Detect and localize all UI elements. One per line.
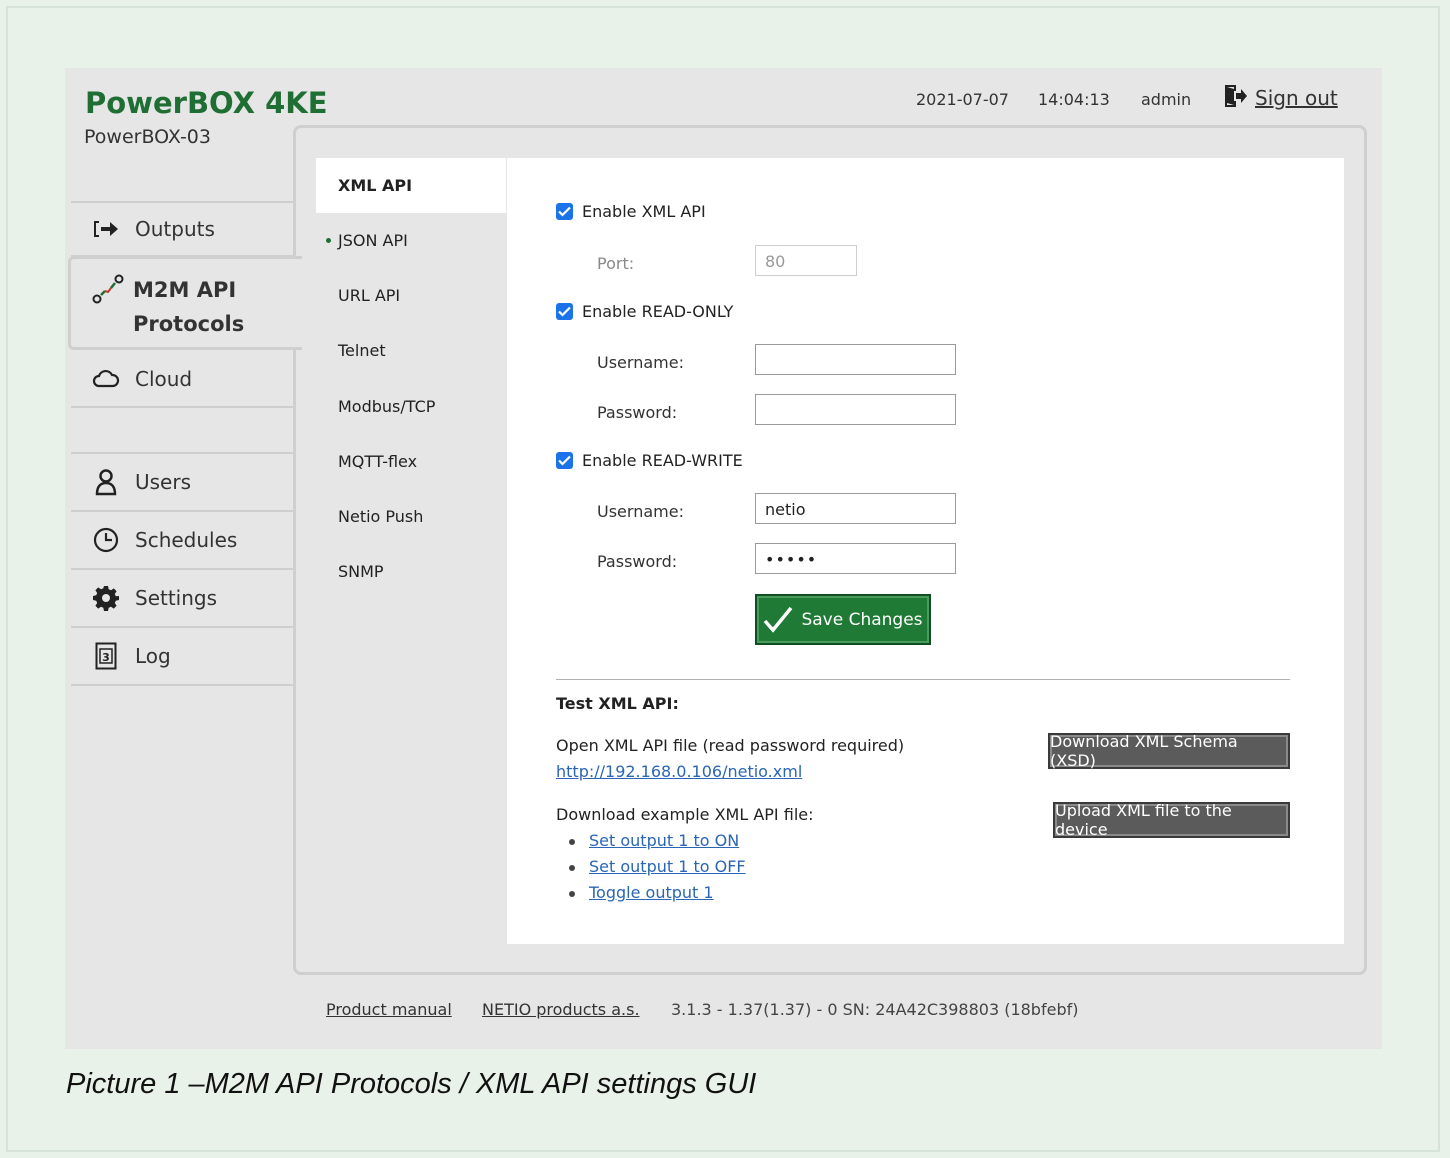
active-dot-icon [326, 238, 331, 243]
checkmark-icon [763, 606, 793, 634]
sidebar-item-schedules[interactable]: Schedules [71, 512, 295, 570]
main-panel: XML API JSON API URL API Telnet Modbus/T… [293, 125, 1367, 975]
xml-api-content: Enable XML API Port: 80 Enable READ-ONLY… [507, 158, 1344, 944]
open-xml-text: Open XML API file (read password require… [556, 736, 905, 755]
sidebar-spacer [71, 408, 295, 454]
ro-username-input[interactable] [755, 344, 956, 375]
bullet-icon [569, 891, 575, 897]
product-manual-link[interactable]: Product manual [326, 1000, 452, 1019]
rw-username-input[interactable]: netio [755, 493, 956, 524]
signout-icon [1223, 84, 1247, 108]
checkmark-icon [556, 303, 573, 320]
port-input: 80 [755, 245, 857, 276]
sidebar-item-log[interactable]: 3 Log [71, 628, 295, 686]
enable-read-write-checkbox[interactable]: Enable READ-WRITE [556, 451, 743, 470]
clock-icon [91, 526, 121, 554]
sidebar-item-label: Users [135, 470, 192, 494]
company-link[interactable]: NETIO products a.s. [482, 1000, 640, 1019]
output-arrow-icon [91, 215, 121, 243]
sidebar-item-label: Schedules [135, 528, 238, 552]
upload-xml-button[interactable]: Upload XML file to the device [1053, 801, 1290, 839]
save-changes-button[interactable]: Save Changes [755, 594, 931, 645]
signout-link[interactable]: Sign out [1223, 84, 1338, 110]
bullet-icon [569, 865, 575, 871]
example-link-on[interactable]: Set output 1 to ON [589, 831, 739, 850]
sidebar-item-users[interactable]: Users [71, 454, 295, 512]
download-example-text: Download example XML API file: [556, 805, 814, 824]
test-xml-title: Test XML API: [556, 694, 679, 713]
checkbox-label: Enable READ-ONLY [582, 302, 734, 321]
checkbox-label: Enable XML API [582, 202, 706, 221]
sidebar-item-label: Cloud [135, 367, 193, 391]
ro-username-label: Username: [597, 353, 684, 372]
svg-text:3: 3 [102, 651, 110, 664]
sidebar-item-label: Settings [135, 586, 218, 610]
section-divider [556, 679, 1290, 680]
version-info: 3.1.3 - 1.37(1.37) - 0 SN: 24A42C398803 … [671, 1000, 1079, 1019]
subnav-telnet[interactable]: Telnet [316, 323, 506, 378]
ro-password-label: Password: [597, 403, 678, 422]
download-xsd-button[interactable]: Download XML Schema (XSD) [1048, 732, 1290, 770]
checkmark-icon [556, 203, 573, 220]
sidebar-item-label-line2: Protocols [133, 312, 245, 336]
subnav-snmp[interactable]: SNMP [316, 544, 506, 599]
header-user: admin [1141, 90, 1192, 109]
sidebar-item-outputs[interactable]: Outputs [71, 201, 295, 257]
header-time: 14:04:13 [1038, 90, 1110, 109]
log-icon: 3 [91, 642, 121, 670]
rw-password-label: Password: [597, 552, 678, 571]
brand-title: PowerBOX 4KE [85, 86, 328, 120]
header-date: 2021-07-07 [916, 90, 1009, 109]
subnav-modbus-tcp[interactable]: Modbus/TCP [316, 379, 506, 434]
checkbox-label: Enable READ-WRITE [582, 451, 743, 470]
checkmark-icon [556, 452, 573, 469]
sidebar-item-m2m-api[interactable]: M2M API Protocols [68, 256, 302, 350]
subnav-json-api[interactable]: JSON API [316, 213, 506, 268]
enable-read-only-checkbox[interactable]: Enable READ-ONLY [556, 302, 733, 321]
port-label: Port: [597, 254, 635, 273]
sidebar-item-settings[interactable]: Settings [71, 570, 295, 628]
subnav-label: JSON API [338, 231, 408, 250]
sidebar-item-label: Log [135, 644, 171, 668]
app-window: PowerBOX 4KE PowerBOX-03 2021-07-07 14:0… [65, 68, 1382, 1049]
sidebar-item-cloud[interactable]: Cloud [71, 352, 295, 408]
open-xml-link[interactable]: http://192.168.0.106/netio.xml [556, 762, 802, 781]
sidebar-item-label: Outputs [135, 217, 215, 241]
m2m-icon [91, 273, 125, 305]
enable-xml-checkbox[interactable]: Enable XML API [556, 202, 706, 221]
example-link-off[interactable]: Set output 1 to OFF [589, 857, 746, 876]
subnav-netio-push[interactable]: Netio Push [316, 489, 506, 544]
signout-label[interactable]: Sign out [1255, 86, 1338, 110]
figure-caption: Picture 1 –M2M API Protocols / XML API s… [66, 1068, 757, 1100]
cloud-icon [91, 365, 121, 393]
rw-username-label: Username: [597, 502, 684, 521]
example-link-toggle[interactable]: Toggle output 1 [589, 883, 714, 902]
device-name: PowerBOX-03 [84, 126, 211, 148]
user-icon [91, 468, 121, 496]
rw-password-input[interactable]: ••••• [755, 543, 956, 574]
ro-password-input[interactable] [755, 394, 956, 425]
gear-icon [91, 584, 121, 612]
save-button-label: Save Changes [801, 609, 923, 630]
subnav-mqtt-flex[interactable]: MQTT-flex [316, 434, 506, 489]
subnav-xml-api[interactable]: XML API [316, 158, 506, 213]
subnav-url-api[interactable]: URL API [316, 268, 506, 323]
sidebar-item-label-line1: M2M API [133, 278, 237, 302]
bullet-icon [569, 839, 575, 845]
